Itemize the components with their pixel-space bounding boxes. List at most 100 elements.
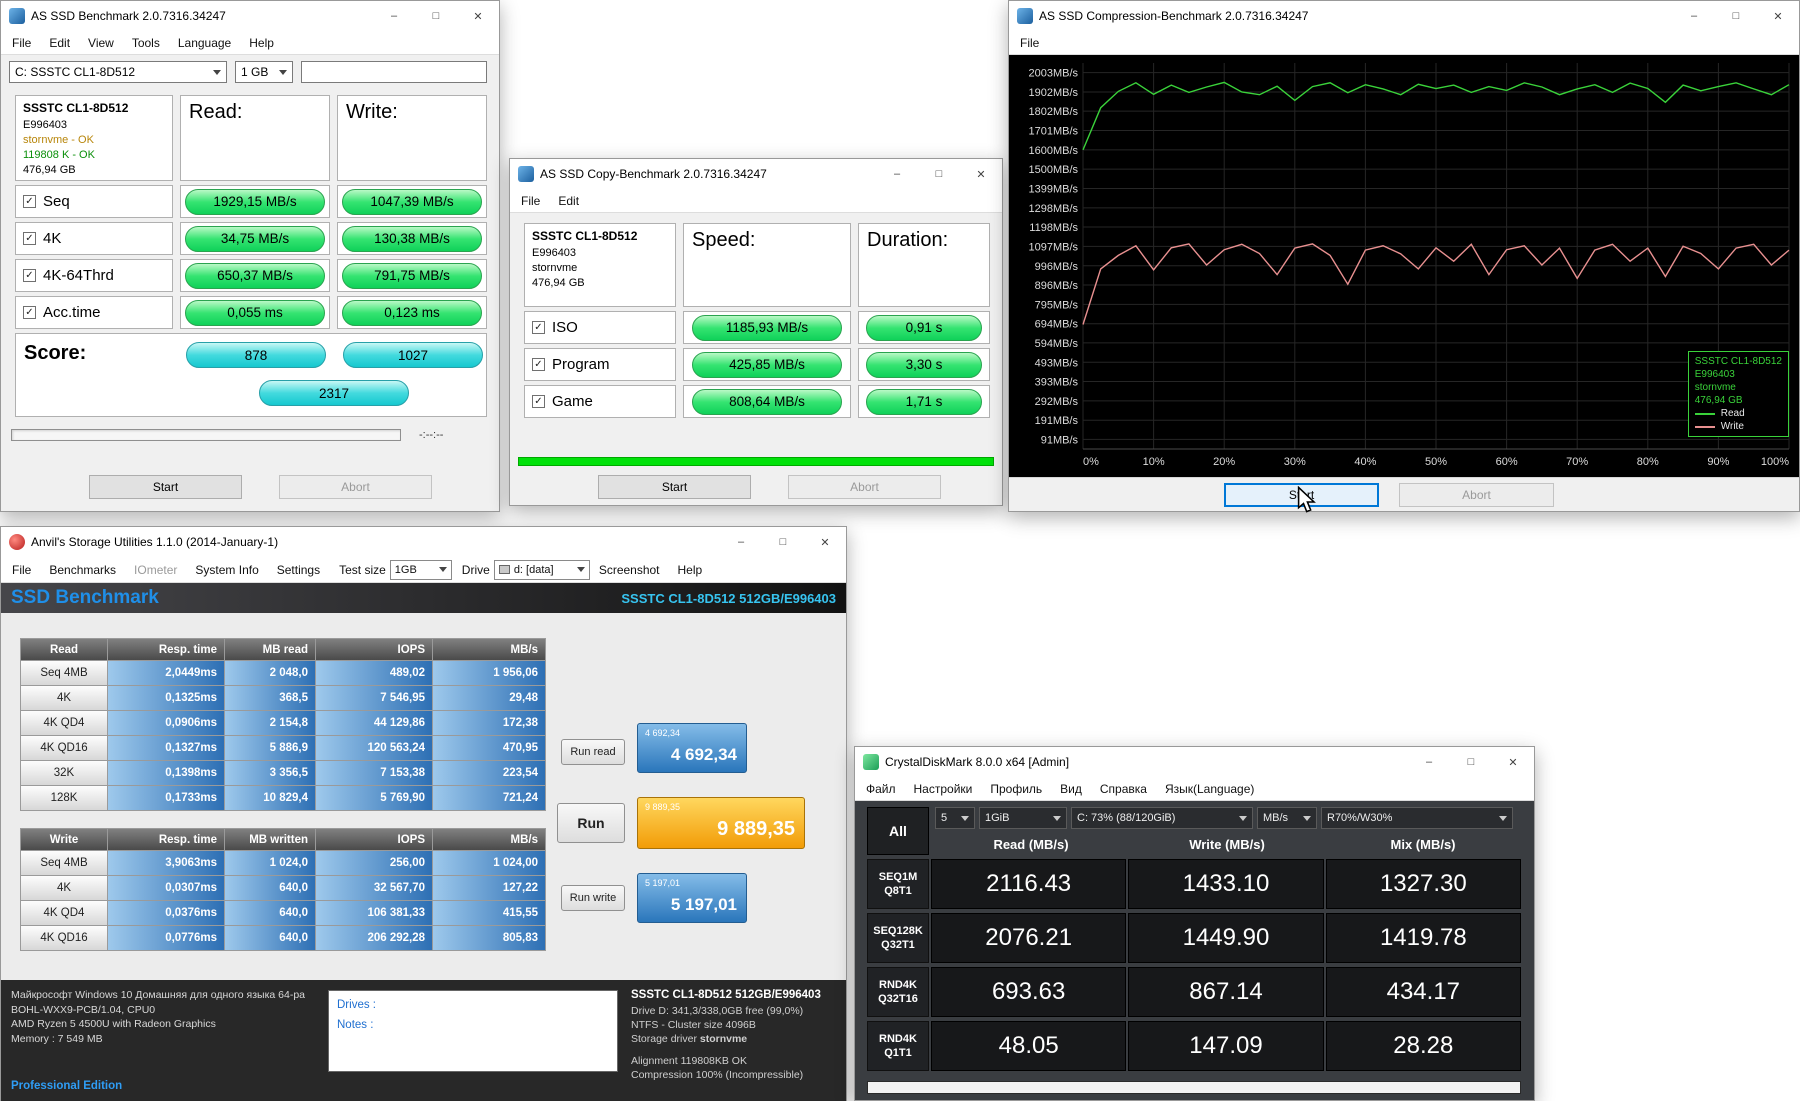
checkbox-4k64[interactable]: ✓ xyxy=(23,269,36,282)
unit-select[interactable]: MB/s xyxy=(1257,807,1317,829)
mix-ratio-select[interactable]: R70%/W30% xyxy=(1321,807,1513,829)
test-label[interactable]: 4K QD16 xyxy=(20,735,108,761)
abort-button[interactable]: Abort xyxy=(279,475,432,499)
test-label[interactable]: Seq 4MB xyxy=(20,660,108,686)
device-info-panel: SSSTC CL1-8D512 E996403 stornvme - OK 11… xyxy=(15,95,173,181)
test-count-select[interactable]: 5 xyxy=(935,807,975,829)
maximize-button[interactable]: □ xyxy=(1715,1,1757,31)
test-label[interactable]: 4K QD4 xyxy=(20,900,108,926)
value-cell: 1 024,0 xyxy=(224,850,316,876)
menu-file[interactable]: File xyxy=(3,31,40,54)
svg-text:1701MB/s: 1701MB/s xyxy=(1028,126,1078,138)
menu-help[interactable]: Справка xyxy=(1091,777,1156,800)
menu-tools[interactable]: Tools xyxy=(123,31,169,54)
menu-settings[interactable]: Settings xyxy=(268,557,329,582)
menu-language[interactable]: Язык(Language) xyxy=(1156,777,1263,800)
notes-box[interactable]: Drives : Notes : xyxy=(328,990,618,1072)
checkbox-iso[interactable]: ✓ xyxy=(532,321,545,334)
checkbox-4k[interactable]: ✓ xyxy=(23,232,36,245)
close-button[interactable]: ✕ xyxy=(804,527,846,557)
test-type-line1: RND4K xyxy=(879,979,917,991)
test-type-button[interactable]: RND4KQ32T16 xyxy=(867,967,929,1017)
test-label[interactable]: Seq 4MB xyxy=(20,850,108,876)
menu-settings[interactable]: Настройки xyxy=(905,777,982,800)
menu-view[interactable]: View xyxy=(79,31,123,54)
minimize-button[interactable]: – xyxy=(720,527,762,557)
test-label[interactable]: 4K xyxy=(20,685,108,711)
window-controls: – □ ✕ xyxy=(1673,1,1799,31)
minimize-button[interactable]: – xyxy=(1408,747,1450,777)
unit-value: MB/s xyxy=(1263,812,1288,824)
test-size-select[interactable]: 1 GB xyxy=(235,61,293,83)
legend-write-series: Write xyxy=(1695,420,1782,433)
menu-view[interactable]: Вид xyxy=(1051,777,1091,800)
minimize-button[interactable]: – xyxy=(876,159,918,189)
close-button[interactable]: ✕ xyxy=(1757,1,1799,31)
test-type-button[interactable]: SEQ1MQ8T1 xyxy=(867,859,929,909)
run-read-button[interactable]: Run read xyxy=(561,739,625,765)
checkbox-acctime[interactable]: ✓ xyxy=(23,306,36,319)
drive-select[interactable]: C: SSSTC CL1-8D512 xyxy=(9,61,227,83)
menubar: File Benchmarks IOmeter System Info Sett… xyxy=(1,557,846,583)
test-label[interactable]: 4K xyxy=(20,875,108,901)
chevron-down-icon xyxy=(577,567,585,572)
run-button[interactable]: Run xyxy=(557,803,625,843)
menu-language[interactable]: Language xyxy=(169,31,240,54)
minimize-button[interactable]: – xyxy=(373,1,415,31)
menu-system-info[interactable]: System Info xyxy=(186,557,267,582)
run-all-button[interactable]: All xyxy=(867,807,929,855)
svg-text:100%: 100% xyxy=(1761,456,1789,468)
menu-iometer[interactable]: IOmeter xyxy=(125,557,186,582)
maximize-button[interactable]: □ xyxy=(415,1,457,31)
test-size-value: 1GB xyxy=(395,564,417,576)
menu-help[interactable]: Help xyxy=(669,557,712,582)
test-label[interactable]: 128K xyxy=(20,785,108,811)
menu-file[interactable]: Файл xyxy=(857,777,905,800)
window-crystaldiskmark: CrystalDiskMark 8.0.0 x64 [Admin] – □ ✕ … xyxy=(854,746,1535,1101)
checkbox-game[interactable]: ✓ xyxy=(532,395,545,408)
menu-edit[interactable]: Edit xyxy=(40,31,79,54)
close-button[interactable]: ✕ xyxy=(457,1,499,31)
minimize-button[interactable]: – xyxy=(1673,1,1715,31)
checkbox-program[interactable]: ✓ xyxy=(532,358,545,371)
device-model: SSSTC CL1-8D512 xyxy=(532,229,668,244)
checkbox-seq[interactable]: ✓ xyxy=(23,195,36,208)
close-button[interactable]: ✕ xyxy=(960,159,1002,189)
window-title: Anvil's Storage Utilities 1.1.0 (2014-Ja… xyxy=(31,535,278,549)
test-type-button[interactable]: SEQ128KQ32T1 xyxy=(867,913,929,963)
menu-help[interactable]: Help xyxy=(240,31,283,54)
disk-free-space: Drive D: 341,3/338,0GB free (99,0%) xyxy=(631,1004,821,1018)
test-label[interactable]: 4K QD16 xyxy=(20,925,108,951)
window-as-ssd-copy-benchmark: AS SSD Copy-Benchmark 2.0.7316.34247 – □… xyxy=(509,158,1003,506)
maximize-button[interactable]: □ xyxy=(1450,747,1492,777)
menu-benchmarks[interactable]: Benchmarks xyxy=(40,557,125,582)
abort-button[interactable]: Abort xyxy=(1399,483,1554,507)
maximize-button[interactable]: □ xyxy=(918,159,960,189)
abort-button[interactable]: Abort xyxy=(788,475,941,499)
test-size-select[interactable]: 1GB xyxy=(390,560,452,580)
notes-label: Notes : xyxy=(337,1015,609,1035)
menu-profile[interactable]: Профиль xyxy=(981,777,1051,800)
menu-file[interactable]: File xyxy=(512,189,549,212)
start-button[interactable]: Start xyxy=(598,475,751,499)
target-drive-select[interactable]: C: 73% (88/120GiB) xyxy=(1071,807,1253,829)
maximize-button[interactable]: □ xyxy=(762,527,804,557)
menu-screenshot[interactable]: Screenshot xyxy=(590,557,669,582)
test-size-select[interactable]: 1GiB xyxy=(979,807,1067,829)
svg-text:1600MB/s: 1600MB/s xyxy=(1028,145,1078,157)
start-button[interactable]: Start xyxy=(89,475,242,499)
value-cell: 640,0 xyxy=(224,900,316,926)
test-label[interactable]: 32K xyxy=(20,760,108,786)
menu-file[interactable]: File xyxy=(3,557,40,582)
test-type-button[interactable]: RND4KQ1T1 xyxy=(867,1021,929,1071)
legend-read-series: Read xyxy=(1695,407,1782,420)
close-button[interactable]: ✕ xyxy=(1492,747,1534,777)
menu-edit[interactable]: Edit xyxy=(549,189,588,212)
test-label[interactable]: 4K QD4 xyxy=(20,710,108,736)
svg-text:1399MB/s: 1399MB/s xyxy=(1028,183,1078,195)
drive-select[interactable]: d: [data] xyxy=(494,560,590,580)
toolbar-textbox[interactable] xyxy=(301,61,487,83)
svg-text:10%: 10% xyxy=(1143,456,1165,468)
menu-file[interactable]: File xyxy=(1011,31,1048,54)
run-write-button[interactable]: Run write xyxy=(561,885,625,911)
